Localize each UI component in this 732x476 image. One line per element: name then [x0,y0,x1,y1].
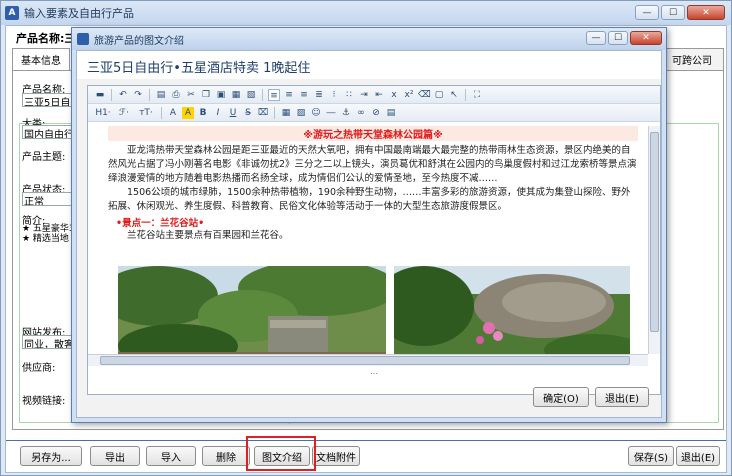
field-video-label: 视频链接: [22,396,66,407]
dialog-minimize-button[interactable]: — [586,31,606,45]
print-icon[interactable]: ⎙ [170,89,182,101]
unlink-icon[interactable]: ⊘ [370,107,382,119]
product-name-label: 产品名称: [16,32,65,45]
underline-icon[interactable]: U [227,107,239,119]
field-supplier-label: 供应商: [22,363,56,374]
strikethrough-icon[interactable]: S̶ [242,107,254,119]
content-paragraph-1: 亚龙湾热带天堂森林公园是距三亚最近的天然大氧吧，拥有中国最南端最大最完整的热带雨… [108,145,637,184]
save-as-button[interactable]: 另存为... [20,446,82,466]
field-category-select[interactable]: 国内自由行 [22,125,74,139]
cut-icon[interactable]: ✂ [185,89,197,101]
highlight-box [246,436,316,471]
dialog-body: 三亚5日自由行•五星酒店特卖 1晚起住 ▬ ↶ ↷ ▤ ⎙ ✂ ❐ ▣ ▦ ▧ … [76,50,662,418]
field-intro-text[interactable]: ★ 五星豪华3 ★ 精选当地 [22,224,75,244]
align-center-icon[interactable]: ≡ [283,89,295,101]
export-button[interactable]: 导出 [90,446,140,466]
dialog-headline: 三亚5日自由行•五星酒店特卖 1晚起住 [77,51,661,79]
ordered-list-icon[interactable]: ⁝ [328,89,340,101]
window-title: 输入要素及自由行产品 [24,7,134,20]
paste-icon[interactable]: ▣ [215,89,227,101]
dialog-ok-button[interactable]: 确定(O) [533,387,589,407]
image-icon[interactable]: ▨ [295,107,307,119]
unordered-list-icon[interactable]: ∷ [343,89,355,101]
bottom-toolbar: 另存为... 导出 导入 删除 图文介绍 文档附件 保存(S) 退出(E) [6,440,726,470]
link-icon[interactable]: ∞ [355,107,367,119]
highlight-color-icon[interactable]: A [182,106,194,119]
subscript-icon[interactable]: x [388,89,400,101]
tab-basic-info[interactable]: 基本信息 [12,48,70,70]
dialog-maximize-button[interactable]: ☐ [608,31,628,45]
dialog-title: 旅游产品的图文介绍 [94,35,184,47]
bold-icon[interactable]: B [197,107,209,119]
exit-button[interactable]: 退出(E) [676,446,720,466]
rich-text-editor: ▬ ↶ ↷ ▤ ⎙ ✂ ❐ ▣ ▦ ▧ ≡ ≡ ≡ ≣ ⁝ ∷ ⇥ ⇤ x x²… [87,85,661,395]
anchor-icon[interactable]: ⚓ [340,107,352,119]
field-status-select[interactable]: 正常 [22,192,74,206]
clear-format-icon[interactable]: ⌫ [418,89,431,101]
paste-word-icon[interactable]: ▧ [245,89,257,101]
minimize-button[interactable]: — [635,5,659,20]
source-icon[interactable]: ▬ [94,89,106,101]
field-site-select[interactable]: 同业，散客标 [22,335,74,349]
editor-horizontal-scroll-thumb[interactable] [100,356,630,365]
doc-attach-button[interactable]: 文档附件 [312,446,360,466]
emoji-icon[interactable]: ☺ [310,107,322,119]
intro-line-2: ★ 精选当地 [22,234,69,244]
import-button[interactable]: 导入 [146,446,196,466]
image-intro-dialog: 旅游产品的图文介绍 — ☐ ✕ 三亚5日自由行•五星酒店特卖 1晚起住 ▬ ↶ … [71,27,667,423]
dialog-titlebar: 旅游产品的图文介绍 — ☐ ✕ [72,28,666,50]
editor-resize-handle-icon[interactable]: ⋯ [88,366,660,380]
spot-title: •景点一：兰花谷站• [116,218,205,229]
editor-toolbar-2: H1· ℱ· ᴛT· A A B I U S̶ ⌧ ▦ ▨ ☺ ― ⚓ ∞ ⊘ [88,104,660,122]
close-button[interactable]: ✕ [687,5,725,20]
field-theme-label: 产品主题: [22,152,66,163]
editor-horizontal-scrollbar[interactable] [88,354,648,366]
outdent-icon[interactable]: ⇤ [373,89,385,101]
table-icon[interactable]: ▦ [280,107,292,119]
main-window: A 输入要素及自由行产品 — ☐ ✕ 产品名称:三亚 基本信息 可跨公司 产品名… [0,0,732,476]
dialog-icon [77,33,89,45]
dialog-close-button[interactable]: ✕ [630,31,662,45]
undo-icon[interactable]: ↶ [117,89,129,101]
align-left-icon[interactable]: ≡ [268,88,280,101]
remove-format-icon[interactable]: ⌧ [257,107,269,119]
align-right-icon[interactable]: ≡ [298,89,310,101]
tab-cross-company[interactable]: 可跨公司 [660,48,724,70]
dialog-exit-button[interactable]: 退出(E) [595,387,649,407]
delete-button[interactable]: 删除 [202,446,250,466]
font-size-select[interactable]: ᴛT· [136,107,156,119]
font-family-select[interactable]: ℱ· [115,107,133,119]
copy-icon[interactable]: ❐ [200,89,212,101]
spot-text: 兰花谷站主要景点有百果园和兰花谷。 [127,230,289,241]
save-button[interactable]: 保存(S) [628,446,674,466]
redo-icon[interactable]: ↷ [132,89,144,101]
indent-icon[interactable]: ⇥ [358,89,370,101]
select-all-icon[interactable]: ▢ [433,89,445,101]
maximize-button[interactable]: ☐ [661,5,685,20]
italic-icon[interactable]: I [212,107,224,119]
forest-photo-2 [394,266,630,364]
content-paragraph-2: 1506公顷的城市绿肺，1500余种热带植物，190余种野生动物，……丰富多彩的… [108,187,631,212]
preview-icon[interactable]: ▤ [155,89,167,101]
field-name-input[interactable]: 三亚5日自由 [22,93,74,107]
justify-icon[interactable]: ≣ [313,89,325,101]
forest-photo-1 [118,266,386,364]
font-color-icon[interactable]: A [167,107,179,119]
pointer-icon[interactable]: ↖ [448,89,460,101]
paste-text-icon[interactable]: ▦ [230,89,242,101]
intro-line-1: ★ 五星豪华3 [22,224,75,234]
fullscreen-icon[interactable]: ⛶ [471,89,483,101]
content-heading: ※游玩之热带天堂森林公园篇※ [108,126,638,141]
editor-vertical-scrollbar[interactable] [648,126,660,354]
editor-toolbar-1: ▬ ↶ ↷ ▤ ⎙ ✂ ❐ ▣ ▦ ▧ ≡ ≡ ≡ ≣ ⁝ ∷ ⇥ ⇤ x x²… [88,86,660,104]
main-titlebar: A 输入要素及自由行产品 — ☐ ✕ [1,1,731,25]
heading-select[interactable]: H1· [94,107,112,119]
editor-vertical-scroll-thumb[interactable] [650,132,659,332]
file-icon[interactable]: ▤ [385,107,397,119]
superscript-icon[interactable]: x² [403,89,415,101]
app-icon: A [5,6,19,20]
hr-icon[interactable]: ― [325,107,337,119]
